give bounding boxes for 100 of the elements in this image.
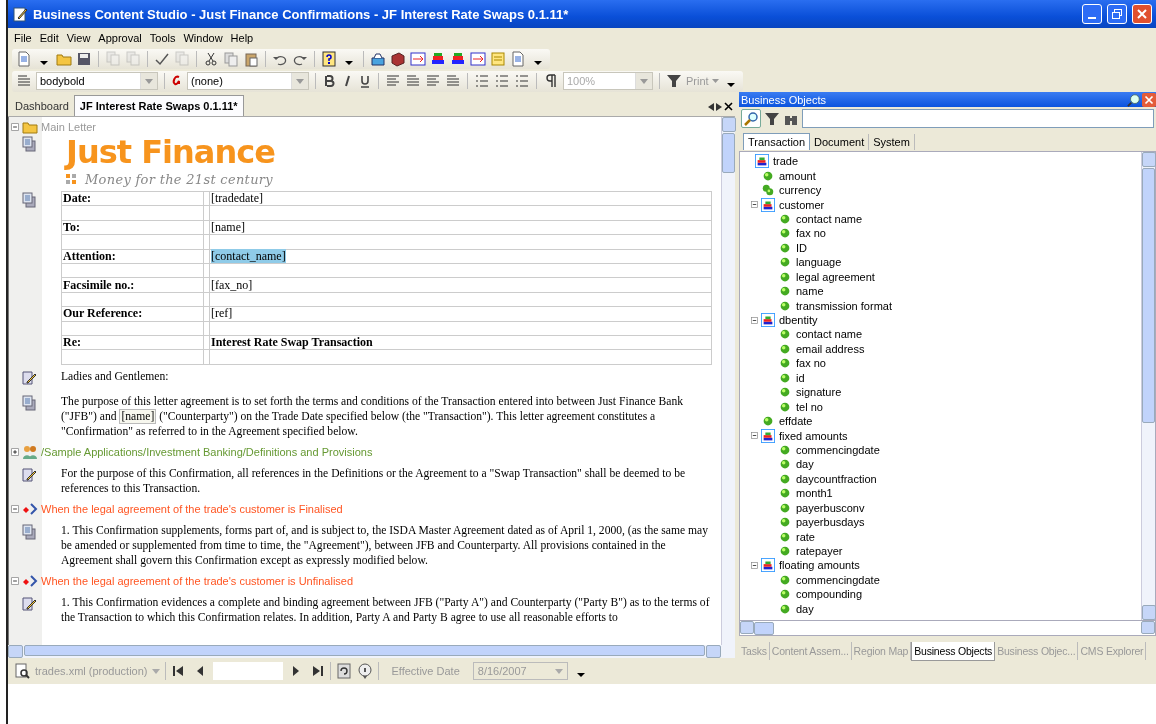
toolbox-icon[interactable] <box>370 51 386 67</box>
panel-tab[interactable]: Business Objects <box>911 642 996 661</box>
tree-item[interactable]: fax no <box>796 227 826 240</box>
filter-icon[interactable] <box>666 73 682 89</box>
tree-item[interactable]: contact name <box>796 212 863 225</box>
underline-icon[interactable] <box>358 73 372 89</box>
tree-item[interactable]: transmission format <box>796 299 892 312</box>
edit-page-icon[interactable] <box>21 369 37 386</box>
justify-icon[interactable] <box>445 73 461 89</box>
bold-icon[interactable] <box>322 73 336 89</box>
tree-item[interactable]: tel no <box>796 400 823 413</box>
tree-item[interactable]: month1 <box>796 487 833 500</box>
document-preview-icon[interactable] <box>14 663 30 679</box>
tree-item[interactable]: name <box>796 285 824 298</box>
check-mark-icon[interactable] <box>154 51 170 67</box>
tree-item[interactable]: floating amounts <box>779 559 860 572</box>
menu-item[interactable]: Help <box>226 30 258 46</box>
paste-icon[interactable] <box>243 51 259 67</box>
layers-icon[interactable] <box>430 51 446 67</box>
menu-item[interactable]: File <box>10 30 36 46</box>
expand-toggle-icon[interactable] <box>9 445 21 458</box>
collapse-toggle-icon[interactable] <box>749 559 760 571</box>
align-left-icon[interactable] <box>385 73 401 89</box>
filter-icon[interactable] <box>764 110 780 127</box>
close-icon[interactable] <box>724 102 733 111</box>
dropdown-arrow-icon[interactable] <box>640 78 648 84</box>
help-icon[interactable] <box>321 51 337 67</box>
section-link[interactable]: /Sample Applications/Investment Banking/Definitions and Provisions <box>41 445 373 458</box>
layers-icon[interactable] <box>450 51 466 67</box>
tree-item[interactable]: day <box>796 602 814 615</box>
tree-item[interactable]: id <box>796 371 805 384</box>
save-icon[interactable] <box>76 51 92 67</box>
arrows-icon[interactable] <box>470 51 486 67</box>
panel-tab[interactable]: System <box>869 134 915 150</box>
tree-item[interactable]: trade <box>773 155 799 168</box>
tree-item[interactable]: compounding <box>796 588 863 601</box>
tree-item[interactable]: fixed amounts <box>779 429 848 442</box>
outdent-icon[interactable] <box>494 73 510 89</box>
tree-item[interactable]: email address <box>796 342 865 355</box>
tree-item[interactable]: commencingdate <box>796 573 880 586</box>
scrollbar-thumb[interactable] <box>1142 168 1155 423</box>
tree-item[interactable]: contact name <box>796 328 863 341</box>
menu-item[interactable]: Tools <box>145 30 180 46</box>
collapse-toggle-icon[interactable] <box>749 314 760 326</box>
panel-tab[interactable]: Document <box>810 134 870 150</box>
menu-item[interactable]: Window <box>179 30 227 46</box>
menu-item[interactable]: Edit <box>35 30 63 46</box>
page-stack-icon[interactable] <box>21 136 37 152</box>
minimize-button[interactable] <box>1082 4 1102 24</box>
indent-icon[interactable] <box>514 73 530 89</box>
tree-item[interactable]: payerbusdays <box>796 516 865 529</box>
restore-button[interactable] <box>1107 4 1127 24</box>
tree-item[interactable]: commencingdate <box>796 443 880 456</box>
edit-page-icon[interactable] <box>21 595 37 612</box>
tree-item[interactable]: signature <box>796 386 842 399</box>
scroll-left-icon[interactable] <box>708 102 714 111</box>
tree-item[interactable]: amount <box>779 169 816 182</box>
menu-item[interactable]: Approval <box>94 30 146 46</box>
pilcrow-icon[interactable] <box>543 73 559 89</box>
scissors-icon[interactable] <box>203 51 219 67</box>
tree-item[interactable]: fax no <box>796 357 826 370</box>
collapse-toggle-icon[interactable] <box>749 430 760 442</box>
page-stack-icon[interactable] <box>21 192 37 208</box>
scrollbar-thumb[interactable] <box>754 622 774 635</box>
align-center-icon[interactable] <box>405 73 421 89</box>
scrollbar-thumb[interactable] <box>722 133 735 173</box>
tree-item[interactable]: legal agreement <box>796 270 875 283</box>
collapse-toggle-icon[interactable] <box>9 502 21 515</box>
character-style-combo[interactable]: (none) <box>187 72 309 90</box>
collapse-toggle-icon[interactable] <box>9 574 21 587</box>
tree-item[interactable]: daycountfraction <box>796 472 877 485</box>
info-icon[interactable] <box>356 663 373 679</box>
tree-item[interactable]: day <box>796 458 814 471</box>
collapse-toggle-icon[interactable] <box>749 199 760 211</box>
tree-item[interactable]: ratepayer <box>796 545 843 558</box>
align-right-icon[interactable] <box>425 73 441 89</box>
bullet-list-icon[interactable] <box>474 73 490 89</box>
dropdown-arrow-icon[interactable] <box>145 78 153 84</box>
tree-item[interactable]: dbentity <box>779 314 818 327</box>
merge-field[interactable]: [contact_name] <box>211 248 286 263</box>
dropdown-arrow-icon[interactable] <box>296 78 304 84</box>
tree-item[interactable]: payerbusconv <box>796 501 865 514</box>
menu-item[interactable]: View <box>62 30 95 46</box>
panel-tab[interactable]: Transaction <box>743 133 811 150</box>
scroll-right-icon[interactable] <box>716 102 722 111</box>
tree-item[interactable]: ID <box>796 241 807 254</box>
editor-tab[interactable]: Dashboard <box>10 96 74 116</box>
paragraph-style-combo[interactable]: bodybold <box>36 72 158 90</box>
collapse-toggle-icon[interactable] <box>9 121 21 133</box>
scrollbar-thumb[interactable] <box>24 645 705 656</box>
page-stack-icon[interactable] <box>21 394 37 411</box>
tree-item[interactable]: effdate <box>779 415 813 428</box>
tree-item[interactable]: language <box>796 256 842 269</box>
edit-page-icon[interactable] <box>21 466 37 483</box>
paragraph-style-icon[interactable] <box>16 73 32 89</box>
refresh-icon[interactable] <box>335 663 352 679</box>
merge-field[interactable]: [name] <box>211 219 245 234</box>
tree-item[interactable]: customer <box>779 198 825 211</box>
tree-item[interactable]: currency <box>779 184 822 197</box>
tree-item[interactable]: rate <box>796 530 815 543</box>
